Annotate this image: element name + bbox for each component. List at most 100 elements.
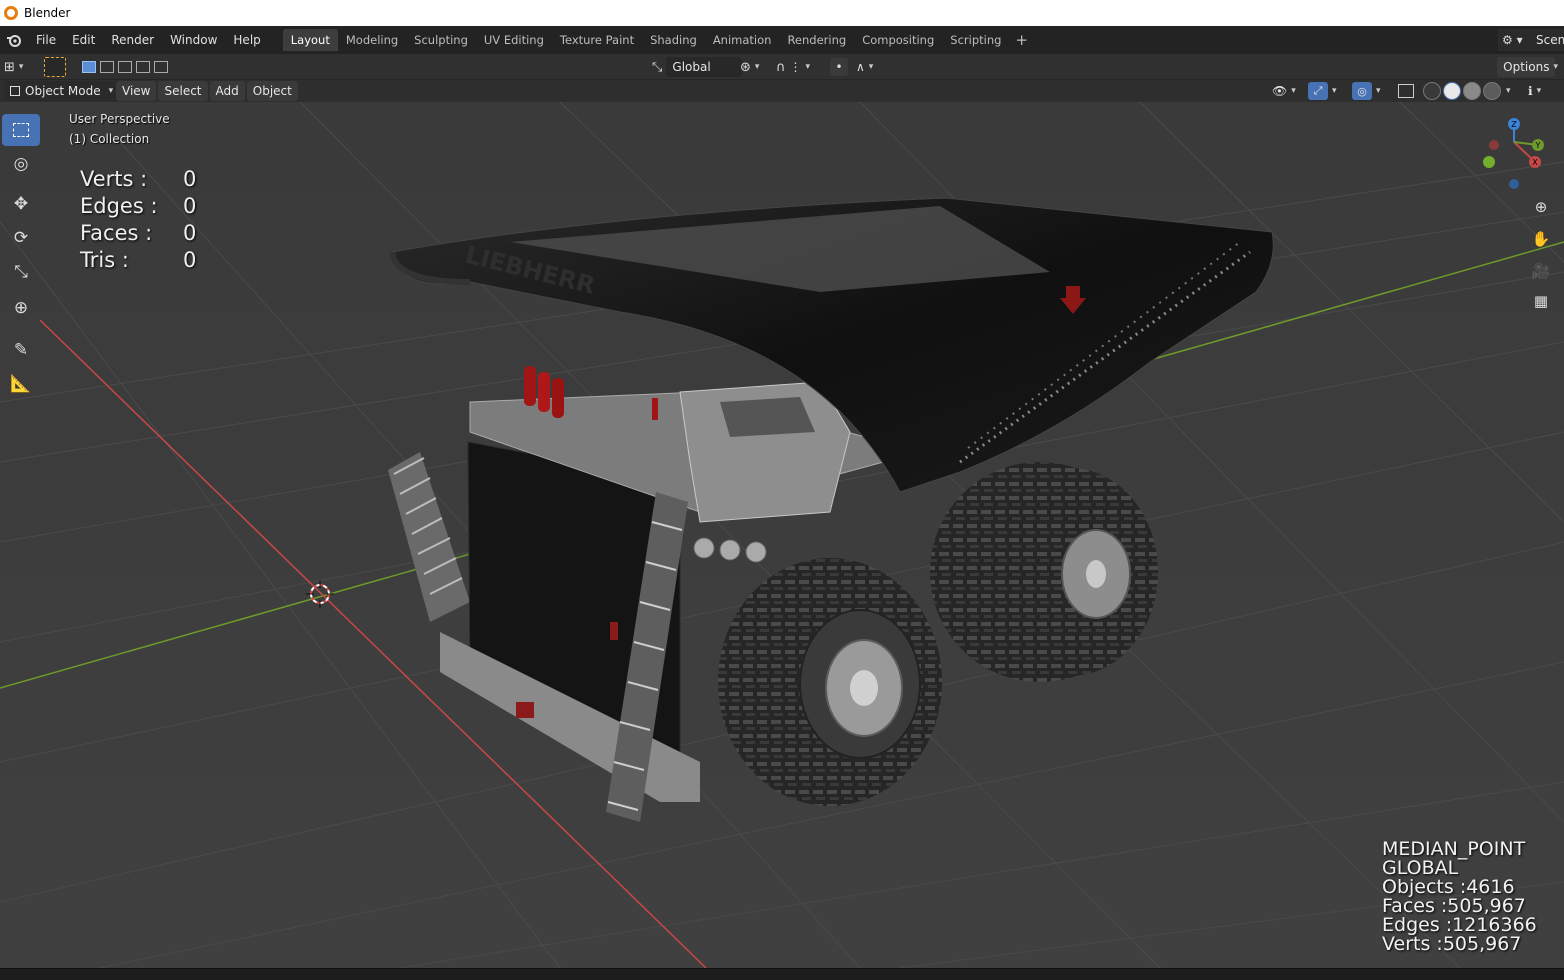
solid-shading-icon[interactable] <box>1443 82 1461 100</box>
blender-window: Blender File Edit Render Window Help Layout M… <box>0 0 1564 980</box>
viewport-menu-select[interactable]: Select <box>158 81 208 101</box>
tab-rendering[interactable]: Rendering <box>779 29 854 51</box>
menu-window[interactable]: Window <box>162 29 225 51</box>
tab-compositing[interactable]: Compositing <box>854 29 942 51</box>
blender-logo-icon <box>4 6 18 20</box>
proportional-edit-toggle[interactable]: • ∧ ▾ <box>830 57 873 77</box>
window-title: Blender <box>24 6 71 20</box>
stat-label: Verts : <box>80 167 148 191</box>
xray-icon <box>1398 84 1414 98</box>
magnet-icon: ∩ <box>776 59 786 75</box>
viewport-menus: View Select Add Object <box>116 81 300 101</box>
camera-view-icon[interactable]: 🎥 <box>1528 258 1554 284</box>
object-mode-icon <box>10 86 20 96</box>
menu-file[interactable]: File <box>28 29 64 51</box>
tab-layout[interactable]: Layout <box>282 29 338 51</box>
window-titlebar: Blender <box>0 0 1564 26</box>
info-icon: ℹ <box>1528 84 1533 98</box>
perspective-label: User Perspective <box>69 112 170 126</box>
gizmo-icon: ⤢ <box>1308 82 1328 100</box>
scale-tool-icon[interactable]: ⤡ <box>2 256 40 288</box>
stat-row: Verts : 0 <box>80 166 196 193</box>
stat-label: Edges : <box>80 194 158 218</box>
menu-render[interactable]: Render <box>103 29 162 51</box>
scene-statistics: MEDIAN_POINT GLOBAL Objects :4616 Faces :50… <box>1382 840 1537 954</box>
tab-modeling[interactable]: Modeling <box>338 29 406 51</box>
overlay-toggle[interactable]: ◎ ▾ <box>1352 81 1381 101</box>
pan-hand-icon[interactable]: ✋ <box>1528 226 1554 252</box>
rendered-shading-icon[interactable] <box>1483 82 1501 100</box>
overlay-icon: ◎ <box>1352 82 1372 100</box>
wireframe-shading-icon[interactable] <box>1423 82 1441 100</box>
mode-extend-icon[interactable] <box>100 61 114 73</box>
blender-menu-icon[interactable] <box>0 26 28 54</box>
transform-orientation-dropdown[interactable]: ⤡ Global <box>652 57 743 77</box>
viewport-menu-view[interactable]: View <box>116 81 157 101</box>
stat-value: 0 <box>183 248 197 272</box>
active-tool-icon[interactable] <box>44 57 66 77</box>
proportional-icon: • <box>830 58 848 76</box>
collection-label: (1) Collection <box>69 132 150 146</box>
scene-selector[interactable]: ⚙ ▾ Scene <box>1498 29 1564 51</box>
scene-stat-line: Verts :505,967 <box>1382 933 1522 955</box>
stat-label: Tris : <box>80 248 129 272</box>
viewport-menu-add[interactable]: Add <box>209 81 245 101</box>
main-menu: File Edit Render Window Help <box>28 29 269 51</box>
navigation-gizmo[interactable]: Z Y X <box>1480 112 1550 192</box>
rotate-tool-icon[interactable]: ⟳ <box>2 222 40 254</box>
pivot-point-dropdown[interactable]: ⊛ ▾ <box>740 57 759 77</box>
stat-label: Faces : <box>80 221 153 245</box>
tab-shading[interactable]: Shading <box>642 29 705 51</box>
cursor-tool-icon[interactable]: ◎ <box>2 148 40 180</box>
menu-help[interactable]: Help <box>225 29 268 51</box>
stat-row: Tris : 0 <box>80 247 196 274</box>
options-dropdown[interactable]: Options ▾ <box>1497 57 1558 77</box>
mode-subtract-icon[interactable] <box>118 61 132 73</box>
x-axis-label: X <box>1532 158 1538 167</box>
snap-target-icon: ⋮ <box>789 60 802 74</box>
scene-name: Scene <box>1536 33 1564 47</box>
viewport-menu-object[interactable]: Object <box>246 81 298 101</box>
visibility-dropdown[interactable]: 👁 ▾ <box>1272 81 1296 101</box>
xray-toggle[interactable] <box>1398 81 1414 101</box>
tab-animation[interactable]: Animation <box>705 29 780 51</box>
tab-texture-paint[interactable]: Texture Paint <box>552 29 642 51</box>
shading-modes: ▾ <box>1422 81 1511 101</box>
mode-invert-icon[interactable] <box>136 61 150 73</box>
falloff-icon: ∧ <box>856 60 865 74</box>
move-tool-icon[interactable]: ✥ <box>2 188 40 220</box>
material-shading-icon[interactable] <box>1463 82 1481 100</box>
pivot-icon: ⊛ <box>740 59 751 75</box>
mode-label: Object Mode <box>25 84 101 98</box>
zoom-icon[interactable]: ⊕ <box>1528 194 1554 220</box>
mode-intersect-icon[interactable] <box>154 61 168 73</box>
tool-settings-header: ⊞ ▾ ⤡ Global ⊛ ▾ ∩ ⋮ ▾ • ∧ ▾ Options ▾ <box>0 54 1564 80</box>
viewport-scene: LIEBHERR <box>0 102 1564 968</box>
stat-value: 0 <box>183 221 197 245</box>
selection-statistics: Verts : 0 Edges : 0 Faces : 0 Tris : 0 <box>80 166 196 274</box>
transform-tool-icon[interactable]: ⊕ <box>2 292 40 324</box>
snap-toggle[interactable]: ∩ ⋮ ▾ <box>776 57 810 77</box>
ortho-grid-icon[interactable]: ▦ <box>1528 288 1554 314</box>
status-bar <box>0 968 1564 980</box>
viewport-header: Object Mode ▾ View Select Add Object 👁 ▾ ⤢ ▾ … <box>0 80 1564 102</box>
tab-scripting[interactable]: Scripting <box>942 29 1009 51</box>
menu-edit[interactable]: Edit <box>64 29 103 51</box>
annotate-tool-icon[interactable]: ✎ <box>2 334 40 366</box>
add-workspace-icon[interactable]: + <box>1009 31 1034 49</box>
editor-type-button[interactable]: ⊞ ▾ <box>4 57 23 77</box>
viewport-info-dropdown[interactable]: ℹ ▾ <box>1528 81 1541 101</box>
orientation-icon: ⤡ <box>652 59 663 75</box>
options-label: Options <box>1497 57 1556 77</box>
tab-uv-editing[interactable]: UV Editing <box>476 29 552 51</box>
3d-viewport[interactable]: LIEBHERR <box>0 102 1564 968</box>
orientation-value: Global <box>666 57 743 77</box>
select-box-tool-icon[interactable] <box>2 114 40 146</box>
mode-set-icon[interactable] <box>82 61 96 73</box>
eye-icon: 👁 <box>1272 84 1288 98</box>
gizmo-toggle[interactable]: ⤢ ▾ <box>1308 81 1337 101</box>
tab-sculpting[interactable]: Sculpting <box>406 29 476 51</box>
stat-row: Edges : 0 <box>80 193 196 220</box>
mode-dropdown[interactable]: Object Mode ▾ <box>4 81 120 101</box>
measure-tool-icon[interactable]: 📐 <box>2 368 40 400</box>
